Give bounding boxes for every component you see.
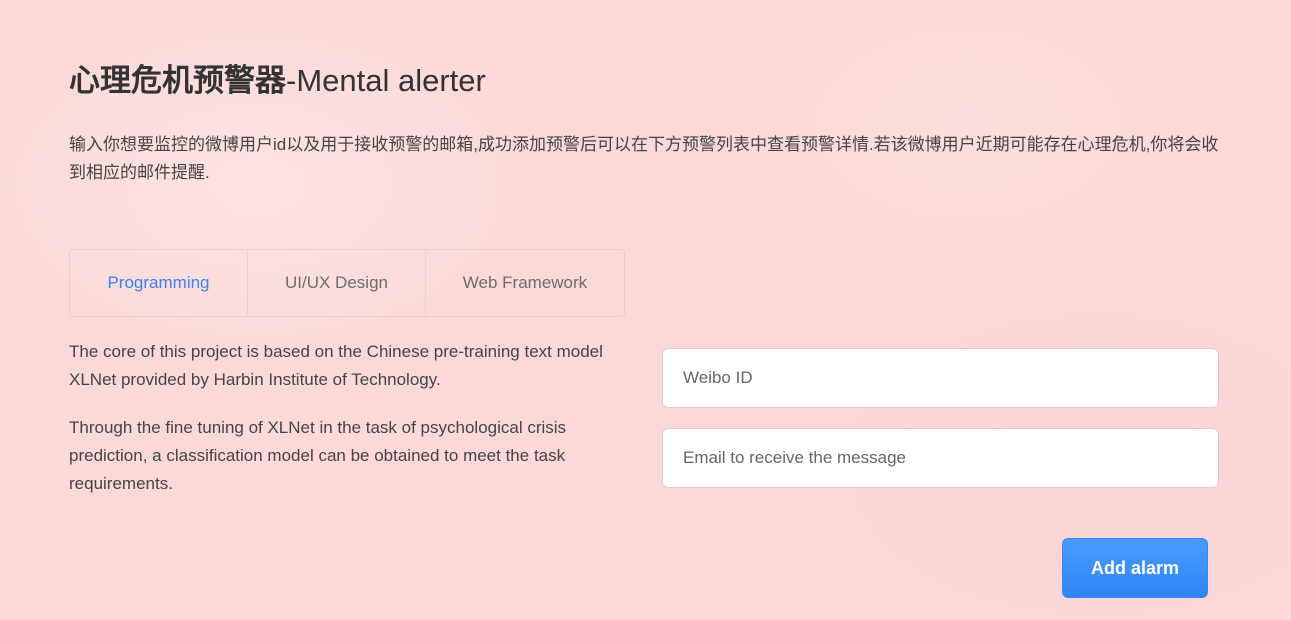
tab-content: The core of this project is based on the… (69, 338, 609, 518)
page-title: 心理危机预警器-Mental alerter (69, 60, 486, 102)
tab-ui-ux-design[interactable]: UI/UX Design (247, 250, 425, 316)
weibo-id-input[interactable] (662, 348, 1219, 408)
tab-web-framework[interactable]: Web Framework (425, 250, 624, 316)
email-input[interactable] (662, 428, 1219, 488)
add-alarm-button[interactable]: Add alarm (1062, 538, 1208, 598)
tab-programming[interactable]: Programming (70, 250, 247, 316)
page-title-english: -Mental alerter (286, 63, 486, 98)
tab-bar: Programming UI/UX Design Web Framework (69, 249, 625, 317)
intro-text: 输入你想要监控的微博用户id以及用于接收预警的邮箱,成功添加预警后可以在下方预警… (69, 135, 1219, 182)
page-title-chinese: 心理危机预警器 (69, 63, 286, 98)
content-paragraph: Through the fine tuning of XLNet in the … (69, 418, 567, 493)
content-paragraph: The core of this project is based on the… (69, 342, 603, 389)
